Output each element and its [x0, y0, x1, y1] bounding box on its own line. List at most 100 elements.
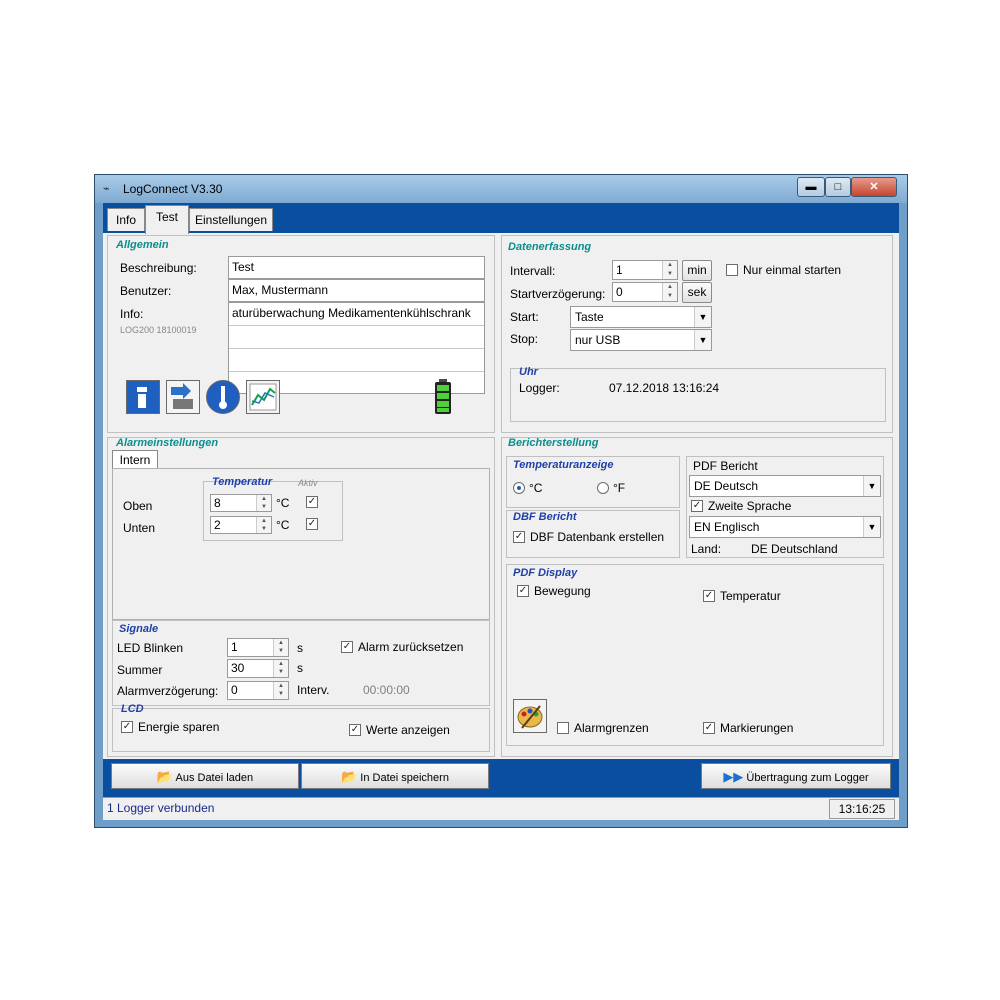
intervall-spinner[interactable]: 1 ▲ ▼	[612, 260, 678, 280]
energie-sparen-checkbox[interactable]: ✓	[121, 721, 133, 733]
group-dbf-bericht: DBF Bericht ✓ DBF Datenbank erstellen	[506, 510, 680, 558]
benutzer-label: Benutzer:	[120, 284, 172, 298]
alarmverzoegerung-value: 0	[231, 683, 238, 697]
celsius-radio[interactable]	[513, 482, 525, 494]
beschreibung-label: Beschreibung:	[120, 261, 197, 275]
unten-spinner[interactable]: 2 ▲ ▼	[210, 516, 272, 534]
bewegung-checkbox[interactable]: ✓	[517, 585, 529, 597]
group-signale: Signale LED Blinken 1 ▲ ▼ s ✓ Alarm zurüc…	[112, 620, 490, 706]
intervall-unit-button[interactable]: min	[682, 260, 712, 281]
werte-anzeigen-checkbox[interactable]: ✓	[349, 724, 361, 736]
oben-value: 8	[214, 496, 221, 510]
stop-label: Stop:	[510, 332, 539, 346]
startverzoegerung-value: 0	[616, 285, 623, 299]
app-icon: ⌁	[103, 183, 110, 195]
info-label: Info:	[120, 307, 144, 321]
pdf-language-select[interactable]: DE Deutsch ▼	[689, 475, 881, 497]
group-title-lcd: LCD	[121, 703, 144, 715]
folder-up-icon: 📂	[156, 769, 174, 784]
land-value: DE Deutschland	[751, 542, 838, 556]
spin-arrows-icon[interactable]: ▲ ▼	[273, 639, 288, 656]
celsius-label: °C	[529, 481, 543, 495]
tab-test[interactable]: Test	[145, 205, 189, 234]
alarmgrenzen-label: Alarmgrenzen	[574, 721, 649, 735]
summer-spinner[interactable]: 30 ▲ ▼	[227, 659, 289, 678]
load-from-file-label: Aus Datei laden	[175, 772, 254, 784]
temperatur-pdf-checkbox[interactable]: ✓	[703, 590, 715, 602]
fahrenheit-label: °F	[613, 481, 626, 495]
led-blinken-spinner[interactable]: 1 ▲ ▼	[227, 638, 289, 657]
settings-page: Allgemein Beschreibung: Benutzer: Info: …	[103, 233, 899, 759]
unten-aktiv-checkbox[interactable]: ✓	[306, 518, 318, 530]
summer-label: Summer	[117, 663, 163, 677]
dbf-erstellen-checkbox[interactable]: ✓	[513, 531, 525, 543]
arrow-right-icon: ▶▶	[723, 769, 744, 784]
tab-info[interactable]: Info	[107, 208, 145, 231]
chart-icon[interactable]	[246, 380, 280, 414]
led-blinken-label: LED Blinken	[117, 641, 184, 655]
transfer-to-logger-button[interactable]: ▶▶ Übertragung zum Logger	[701, 763, 891, 789]
close-button[interactable]: ✕	[851, 177, 897, 197]
werte-anzeigen-label: Werte anzeigen	[366, 723, 450, 737]
beschreibung-field[interactable]: Test	[228, 256, 485, 279]
thermometer-icon[interactable]	[206, 380, 240, 414]
oben-aktiv-checkbox[interactable]: ✓	[306, 496, 318, 508]
markierungen-checkbox[interactable]: ✓	[703, 722, 715, 734]
oben-spinner[interactable]: 8 ▲ ▼	[210, 494, 272, 512]
group-title-temperaturanzeige: Temperaturanzeige	[513, 459, 614, 471]
pdf-bericht-label: PDF Bericht	[693, 459, 758, 473]
pdf-language-value: DE Deutsch	[694, 479, 759, 493]
second-language-select[interactable]: EN Englisch ▼	[689, 516, 881, 538]
alarmgrenzen-checkbox[interactable]	[557, 722, 569, 734]
benutzer-field[interactable]: Max, Mustermann	[228, 279, 485, 302]
status-time: 13:16:25	[829, 799, 895, 819]
transfer-to-logger-label: Übertragung zum Logger	[746, 772, 869, 784]
markierungen-label: Markierungen	[720, 721, 794, 735]
nur-einmal-checkbox[interactable]	[726, 264, 738, 276]
startverzoegerung-spinner[interactable]: 0 ▲ ▼	[612, 282, 678, 302]
oben-unit: °C	[276, 496, 290, 510]
status-bar: 1 Logger verbunden 13:16:25	[103, 797, 899, 820]
fahrenheit-radio[interactable]	[597, 482, 609, 494]
chevron-down-icon[interactable]: ▼	[694, 330, 711, 350]
minimize-button[interactable]: ▬	[797, 177, 825, 197]
zweite-sprache-label: Zweite Sprache	[708, 499, 792, 513]
zweite-sprache-checkbox[interactable]: ✓	[691, 500, 703, 512]
app-window: ⌁ LogConnect V3.30 ▬ □ ✕ Info Test Einst…	[94, 174, 908, 828]
spin-arrows-icon[interactable]: ▲ ▼	[256, 517, 271, 533]
chip-transfer-icon[interactable]	[166, 380, 200, 414]
stop-select[interactable]: nur USB ▼	[570, 329, 712, 351]
spin-arrows-icon[interactable]: ▲ ▼	[273, 682, 288, 699]
title-bar[interactable]: ⌁ LogConnect V3.30 ▬ □ ✕	[95, 175, 907, 203]
bottom-bar: 📂 Aus Datei laden 📂 In Datei speichern ▶…	[103, 759, 899, 797]
color-palette-icon[interactable]	[513, 699, 547, 733]
group-allgemein: Allgemein Beschreibung: Benutzer: Info: …	[107, 235, 495, 433]
group-title-signale: Signale	[119, 623, 159, 635]
spin-arrows-icon[interactable]: ▲ ▼	[662, 261, 677, 279]
dbf-erstellen-label: DBF Datenbank erstellen	[530, 530, 665, 544]
start-select[interactable]: Taste ▼	[570, 306, 712, 328]
summer-value: 30	[231, 661, 245, 675]
info-icon[interactable]	[126, 380, 160, 414]
chevron-down-icon[interactable]: ▼	[863, 517, 880, 537]
alarmverzoegerung-spinner[interactable]: 0 ▲ ▼	[227, 681, 289, 700]
startverzoegerung-label: Startverzögerung:	[510, 287, 606, 301]
tab-strip: Info Test Einstellungen	[103, 203, 899, 234]
maximize-button[interactable]: □	[825, 177, 851, 197]
chevron-down-icon[interactable]: ▼	[694, 307, 711, 327]
load-from-file-button[interactable]: 📂 Aus Datei laden	[111, 763, 299, 789]
led-blinken-value: 1	[231, 640, 238, 654]
group-berichterstellung: Berichterstellung Temperaturanzeige °C °…	[501, 437, 893, 757]
tab-einstellungen[interactable]: Einstellungen	[189, 208, 273, 231]
bewegung-label: Bewegung	[534, 584, 591, 598]
spin-arrows-icon[interactable]: ▲ ▼	[273, 660, 288, 677]
save-to-file-button[interactable]: 📂 In Datei speichern	[301, 763, 489, 789]
group-pdf-display: PDF Display ✓ Bewegung ✓ Temperatur Alar…	[506, 564, 884, 746]
spin-arrows-icon[interactable]: ▲ ▼	[662, 283, 677, 301]
spin-arrows-icon[interactable]: ▲ ▼	[256, 495, 271, 511]
alarm-zuruecksetzen-checkbox[interactable]: ✓	[341, 641, 353, 653]
chevron-down-icon[interactable]: ▼	[863, 476, 880, 496]
group-temperatur: Temperatur Aktiv 8 ▲ ▼ °C ✓ 2 ▲ ▼ °C ✓	[203, 476, 343, 541]
tab-intern[interactable]: Intern	[112, 450, 158, 469]
startverzoegerung-unit-button[interactable]: sek	[682, 282, 712, 303]
